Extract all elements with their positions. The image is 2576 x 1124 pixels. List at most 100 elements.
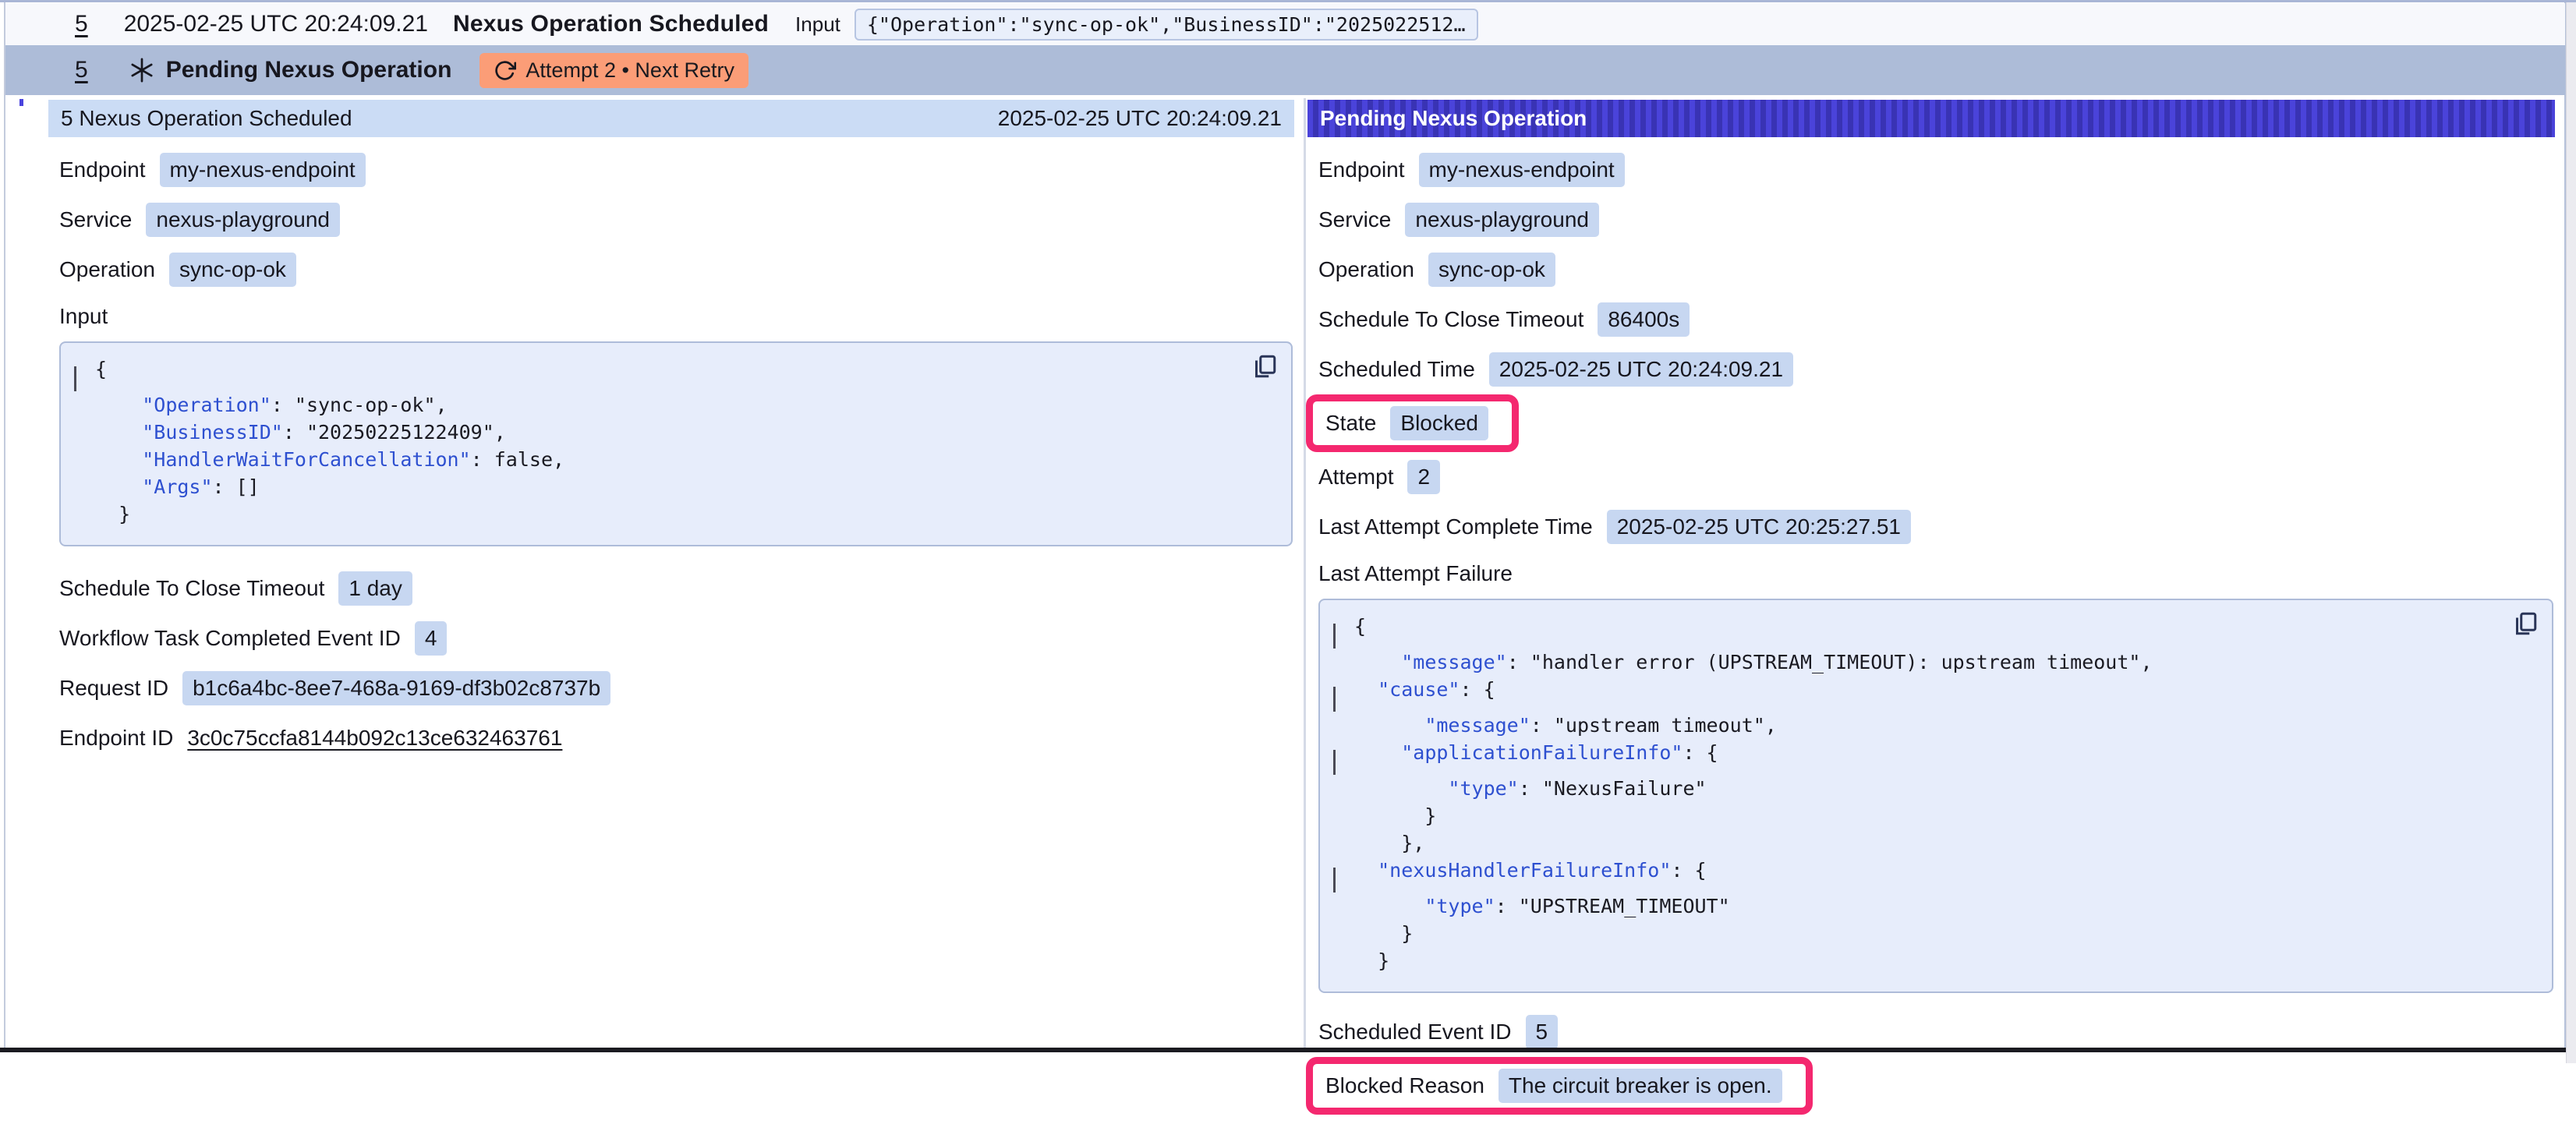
field-label-request-id: Request ID — [59, 676, 168, 701]
field-label-blocked-reason: Blocked Reason — [1325, 1073, 1484, 1098]
json-line-gutter — [1326, 892, 1354, 901]
event-id-link[interactable]: 5 — [75, 57, 88, 83]
event-detail-panel: 5 Nexus Operation Scheduled 2025-02-25 U… — [47, 95, 1304, 1051]
section-bottom-border — [0, 1048, 2566, 1052]
field-value-badge-schedule-to-close-timeout: 86400s — [1598, 302, 1690, 337]
json-line: "type": "NexusFailure" — [1326, 775, 2536, 802]
field-row-scheduled-event-id: Scheduled Event ID5 — [1318, 1016, 2555, 1048]
field-row-state: State Blocked — [1325, 408, 1488, 439]
json-line: } — [1326, 947, 2536, 974]
json-line-gutter — [1326, 920, 1354, 928]
json-line-text: } — [1354, 802, 1436, 829]
field-value-badge-scheduled-event-id: 5 — [1526, 1015, 1559, 1049]
field-label-endpoint: Endpoint — [59, 157, 146, 182]
json-line-text: } — [95, 500, 130, 528]
table-top-border — [0, 0, 2576, 2]
json-line: { — [67, 355, 1276, 391]
collapse-chevron-icon[interactable] — [1333, 868, 1336, 892]
json-line-text: } — [1354, 947, 1389, 974]
json-line-text: "message": "upstream timeout", — [1354, 712, 1777, 739]
input-json-viewer: { "Operation": "sync-op-ok", "BusinessID… — [59, 341, 1293, 546]
json-line: "nexusHandlerFailureInfo": { — [1326, 857, 2536, 892]
json-line: } — [67, 500, 1276, 528]
json-line-text: "HandlerWaitForCancellation": false, — [95, 446, 564, 473]
field-label-workflow-task-completed-event-id: Workflow Task Completed Event ID — [59, 626, 401, 651]
collapse-chevron-icon[interactable] — [1333, 687, 1336, 712]
json-line-text: } — [1354, 920, 1413, 947]
json-line-gutter — [1326, 857, 1354, 892]
table-left-border — [4, 2, 5, 1051]
field-row-attempt: Attempt 2 — [1318, 461, 2555, 493]
field-row-schedule-to-close-timeout: Schedule To Close Timeout86400s — [1318, 304, 2555, 335]
field-value-badge-request-id: b1c6a4bc-8ee7-468a-9169-df3b02c8737b — [182, 671, 610, 705]
collapse-chevron-icon[interactable] — [1333, 750, 1336, 775]
field-label-schedule-to-close-timeout: Schedule To Close Timeout — [59, 576, 324, 601]
field-row-request-id: Request ID b1c6a4bc-8ee7-468a-9169-df3b02… — [59, 673, 1294, 704]
annotation-highlight-blocked-reason: Blocked Reason The circuit breaker is ope… — [1306, 1057, 1813, 1115]
json-line-text: "message": "handler error (UPSTREAM_TIME… — [1354, 649, 2153, 676]
input-preview-chip: {"Operation":"sync-op-ok","BusinessID":"… — [855, 9, 1478, 41]
json-line-text: "Operation": "sync-op-ok", — [95, 391, 448, 419]
field-value-badge-attempt: 2 — [1407, 460, 1440, 494]
json-line: "BusinessID": "20250225122409", — [67, 419, 1276, 446]
pending-nexus-operation-row[interactable]: 5 Pending Nexus Operation Attempt 2 • Ne… — [5, 45, 2565, 95]
input-inline-label: Input — [795, 12, 840, 37]
field-label-state: State — [1325, 411, 1376, 436]
field-value-badge-operation: sync-op-ok — [1428, 253, 1555, 287]
json-line-gutter — [1326, 649, 1354, 657]
event-id-link[interactable]: 5 — [75, 11, 88, 37]
event-details-section: 5 Nexus Operation Scheduled 2025-02-25 U… — [47, 95, 2564, 1051]
json-line-text: "Args": [] — [95, 473, 260, 500]
retry-badge: Attempt 2 • Next Retry — [479, 53, 748, 88]
field-label-endpoint-id: Endpoint ID — [59, 726, 173, 751]
json-line-gutter — [67, 391, 95, 400]
field-label-operation: Operation — [59, 257, 155, 282]
history-row-nexus-scheduled[interactable]: 5 2025-02-25 UTC 20:24:09.21 Nexus Opera… — [5, 3, 2565, 45]
field-row-operation: Operationsync-op-ok — [1318, 254, 2555, 285]
json-line: }, — [1326, 829, 2536, 857]
field-row-blocked-reason: Blocked Reason The circuit breaker is ope… — [1325, 1070, 1782, 1101]
field-label-service: Service — [1318, 207, 1391, 232]
field-row-scheduled-time: Scheduled Time2025-02-25 UTC 20:24:09.21 — [1318, 354, 2555, 385]
collapse-chevron-icon[interactable] — [1333, 624, 1336, 649]
field-label-service: Service — [59, 207, 132, 232]
field-row-endpoint: Endpointmy-nexus-endpoint — [1318, 154, 2555, 186]
field-value-badge-operation: sync-op-ok — [169, 253, 296, 287]
json-line: } — [1326, 920, 2536, 947]
json-line: "message": "upstream timeout", — [1326, 712, 2536, 739]
field-row-operation: Operation sync-op-ok — [59, 254, 1294, 285]
json-line: { — [1326, 613, 2536, 649]
json-line-gutter — [1326, 829, 1354, 838]
field-value-badge-service: nexus-playground — [146, 203, 340, 237]
json-line: "Args": [] — [67, 473, 1276, 500]
field-value-badge-service: nexus-playground — [1405, 203, 1599, 237]
json-line-gutter — [1326, 676, 1354, 712]
pending-operation-panel: Pending Nexus Operation Endpointmy-nexus… — [1306, 95, 2564, 1051]
field-label-endpoint: Endpoint — [1318, 157, 1405, 182]
json-line-gutter — [67, 500, 95, 509]
json-line-gutter — [67, 446, 95, 454]
json-line: "applicationFailureInfo": { — [1326, 739, 2536, 775]
json-line-text: "cause": { — [1354, 676, 1495, 703]
event-detail-header-title: 5 Nexus Operation Scheduled — [61, 106, 352, 131]
json-line-text: "applicationFailureInfo": { — [1354, 739, 1718, 766]
field-label-attempt: Attempt — [1318, 465, 1393, 490]
field-row-last-attempt-complete-time: Last Attempt Complete Time2025-02-25 UTC… — [1318, 511, 2555, 543]
retry-icon — [494, 59, 516, 82]
scrollbar-track[interactable] — [2566, 2, 2576, 1063]
field-value-badge-scheduled-time: 2025-02-25 UTC 20:24:09.21 — [1489, 352, 1793, 387]
pending-operation-title: Pending Nexus Operation — [166, 57, 452, 83]
pending-operation-header: Pending Nexus Operation — [1307, 100, 2555, 137]
failure-json-viewer: { "message": "handler error (UPSTREAM_TI… — [1318, 599, 2553, 993]
copy-icon[interactable] — [2511, 610, 2539, 638]
field-value-link-endpoint-id[interactable]: 3c0c75ccfa8144b092c13ce632463761 — [187, 726, 562, 751]
json-line-text: "nexusHandlerFailureInfo": { — [1354, 857, 1707, 884]
json-line: "message": "handler error (UPSTREAM_TIME… — [1326, 649, 2536, 676]
json-line-text: { — [1354, 613, 1366, 640]
copy-icon[interactable] — [1251, 352, 1279, 380]
field-value-badge-state: Blocked — [1390, 406, 1488, 440]
json-line-gutter — [67, 419, 95, 427]
collapse-chevron-icon[interactable] — [74, 366, 76, 391]
field-value-badge-blocked-reason: The circuit breaker is open. — [1499, 1069, 1782, 1103]
field-row-endpoint-id: Endpoint ID 3c0c75ccfa8144b092c13ce632463… — [59, 723, 1294, 754]
